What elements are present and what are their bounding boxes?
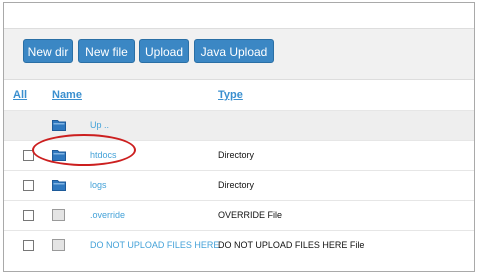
file-name-link[interactable]: htdocs xyxy=(90,150,117,160)
row-checkbox[interactable] xyxy=(23,180,34,191)
type-column-header[interactable]: Type xyxy=(218,89,243,101)
file-name-link[interactable]: .override xyxy=(90,210,125,220)
select-all-link[interactable]: All xyxy=(13,89,27,101)
file-icon[interactable] xyxy=(52,208,65,226)
folder-icon[interactable] xyxy=(52,118,66,136)
table-row: logs Directory xyxy=(4,170,474,200)
table-header: All Name Type xyxy=(4,82,474,110)
new-dir-button[interactable]: New dir xyxy=(23,39,73,63)
table-row: DO NOT UPLOAD FILES HERE DO NOT UPLOAD F… xyxy=(4,230,474,260)
file-icon[interactable] xyxy=(52,238,65,256)
folder-icon[interactable] xyxy=(52,178,66,196)
table-row: .override OVERRIDE File xyxy=(4,200,474,230)
file-type: Directory xyxy=(218,180,255,190)
upload-button[interactable]: Upload xyxy=(139,39,189,63)
row-checkbox[interactable] xyxy=(23,240,34,251)
row-checkbox[interactable] xyxy=(23,150,34,161)
folder-icon[interactable] xyxy=(52,148,66,166)
name-column-header[interactable]: Name xyxy=(52,89,82,101)
table-row: htdocs Directory xyxy=(4,140,474,170)
file-name-link[interactable]: logs xyxy=(90,180,107,190)
file-type: OVERRIDE File xyxy=(218,210,283,220)
toolbar: New dir New file Upload Java Upload xyxy=(4,28,474,80)
file-type: Directory xyxy=(218,150,255,160)
parent-directory-row[interactable]: Up .. xyxy=(4,110,474,140)
file-name-link[interactable]: DO NOT UPLOAD FILES HERE xyxy=(90,240,219,250)
parent-directory-link[interactable]: Up .. xyxy=(90,120,109,130)
new-file-button[interactable]: New file xyxy=(78,39,135,63)
java-upload-button[interactable]: Java Upload xyxy=(194,39,274,63)
file-manager-panel: New dir New file Upload Java Upload All … xyxy=(3,2,475,272)
row-checkbox[interactable] xyxy=(23,210,34,221)
file-type: DO NOT UPLOAD FILES HERE File xyxy=(218,240,365,250)
